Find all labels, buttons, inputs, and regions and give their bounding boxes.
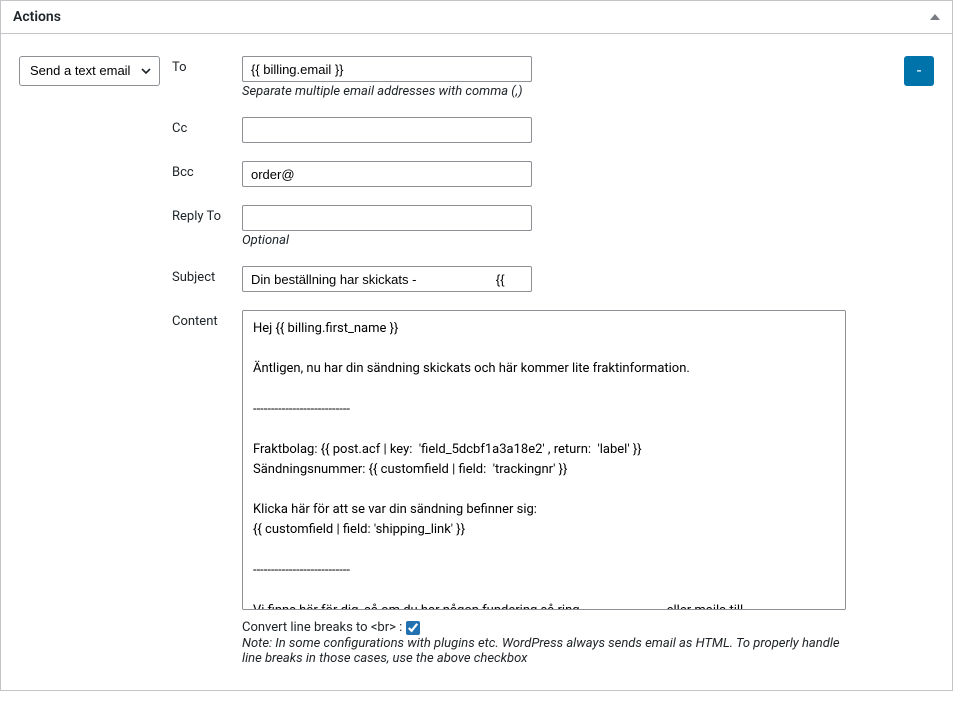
to-hint: Separate multiple email addresses with c… [242,84,892,99]
bcc-label: Bcc [172,161,230,180]
remove-action-button[interactable]: - [904,56,934,86]
replyto-hint: Optional [242,233,892,248]
action-type-select[interactable]: Send a text email [19,56,160,86]
replyto-input[interactable] [242,205,532,231]
cc-input[interactable] [242,117,532,143]
action-type-column: Send a text email [19,56,160,86]
convert-br-label: Convert line breaks to <br> : [242,620,402,635]
panel-body: Send a text email To Separate multiple e… [1,34,952,690]
content-row: Content Convert line breaks to <br> : No… [172,310,892,666]
convert-br-checkbox[interactable] [406,621,420,635]
action-type-select-wrap: Send a text email [19,56,160,86]
subject-field-wrap [242,266,892,292]
cc-field-wrap [242,117,892,143]
bcc-field-wrap [242,161,892,187]
bcc-input[interactable] [242,161,532,187]
actions-panel: Actions Send a text email To Separate mu… [0,0,953,691]
subject-input[interactable] [242,266,532,292]
convert-br-row: Convert line breaks to <br> : [242,620,892,635]
to-label: To [172,56,230,75]
convert-br-note: Note: In some configurations with plugin… [242,636,842,666]
content-field-wrap: Convert line breaks to <br> : Note: In s… [242,310,892,666]
to-row: To Separate multiple email addresses wit… [172,56,892,99]
replyto-field-wrap: Optional [242,205,892,248]
replyto-row: Reply To Optional [172,205,892,248]
cc-label: Cc [172,117,230,136]
content-textarea[interactable] [242,310,846,610]
to-field-wrap: Separate multiple email addresses with c… [242,56,892,99]
replyto-label: Reply To [172,205,230,224]
subject-label: Subject [172,266,230,285]
bcc-row: Bcc [172,161,892,187]
cc-row: Cc [172,117,892,143]
collapse-icon [930,14,940,20]
content-label: Content [172,310,230,329]
panel-title: Actions [13,9,61,25]
subject-row: Subject [172,266,892,292]
form-fields: To Separate multiple email addresses wit… [172,56,892,666]
panel-header[interactable]: Actions [1,1,952,34]
to-input[interactable] [242,56,532,82]
